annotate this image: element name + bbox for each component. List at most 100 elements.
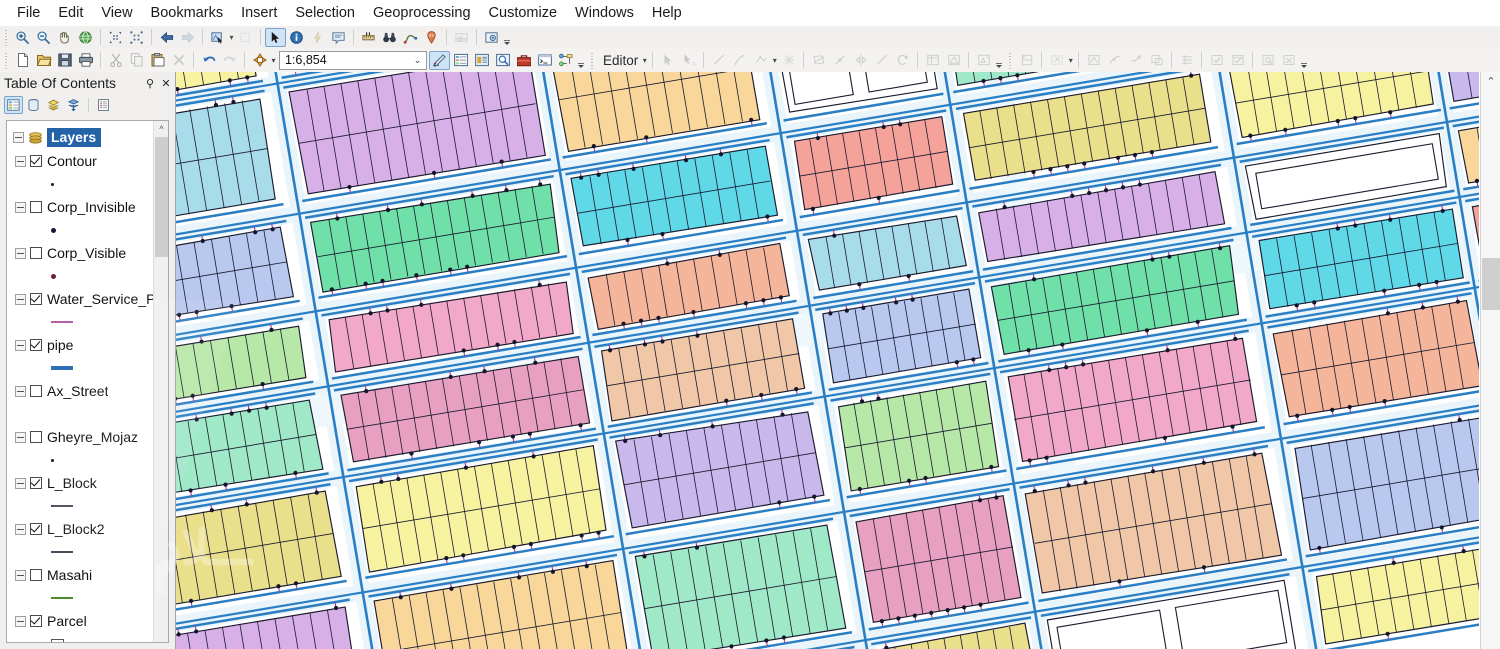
topology-edit-icon[interactable] bbox=[1083, 51, 1104, 70]
layer-visibility-checkbox[interactable] bbox=[30, 615, 42, 627]
layer-item-parcel[interactable]: Parcel bbox=[7, 609, 153, 633]
find-binoculars-icon[interactable] bbox=[379, 28, 400, 47]
menu-item-insert[interactable]: Insert bbox=[232, 1, 286, 25]
select-elements-arrow-pointer-icon[interactable] bbox=[265, 27, 286, 47]
fixed-zoom-out-button[interactable] bbox=[126, 28, 147, 47]
model-builder-icon[interactable] bbox=[555, 51, 576, 70]
expand-collapse-icon[interactable] bbox=[15, 247, 26, 259]
copy-icon[interactable] bbox=[126, 51, 147, 70]
expand-collapse-icon[interactable] bbox=[15, 201, 26, 213]
select-features-button[interactable] bbox=[207, 28, 228, 47]
zoom-in-button[interactable] bbox=[12, 28, 33, 47]
expand-collapse-icon[interactable] bbox=[15, 293, 26, 305]
cut-scissors-icon[interactable] bbox=[105, 51, 126, 70]
layer-item-corp_visible[interactable]: Corp_Visible bbox=[7, 241, 153, 265]
toc-scrollbar-thumb[interactable] bbox=[155, 137, 168, 257]
edit-annotation-icon[interactable]: A bbox=[678, 51, 699, 70]
find-route-icon[interactable] bbox=[400, 28, 421, 47]
expand-collapse-icon[interactable] bbox=[15, 523, 26, 535]
select-topology-icon[interactable] bbox=[1046, 51, 1067, 70]
menu-item-file[interactable]: File bbox=[8, 1, 49, 25]
python-window-icon[interactable] bbox=[534, 51, 555, 70]
construct-features-icon[interactable] bbox=[1146, 51, 1167, 70]
editor-toolbar-overflow-button[interactable] bbox=[994, 51, 1004, 70]
planarize-lines-icon[interactable] bbox=[1176, 51, 1197, 70]
toc-close-icon[interactable]: ✕ bbox=[159, 76, 173, 91]
search-window-icon[interactable] bbox=[492, 51, 513, 70]
layer-item-water_service_p[interactable]: Water_Service_P bbox=[7, 287, 153, 311]
layer-item-corp_invisible[interactable]: Corp_Invisible bbox=[7, 195, 153, 219]
time-slider-icon[interactable] bbox=[451, 28, 472, 47]
hyperlink-lightning-icon[interactable] bbox=[307, 28, 328, 47]
map-data-frame[interactable]: ⌃ bbox=[175, 72, 1500, 649]
mirror-features-icon[interactable] bbox=[850, 51, 871, 70]
menu-item-geoprocessing[interactable]: Geoprocessing bbox=[364, 1, 480, 25]
layer-item-contour[interactable]: Contour bbox=[7, 149, 153, 173]
layer-visibility-checkbox[interactable] bbox=[30, 523, 42, 535]
topology-icon[interactable] bbox=[1016, 51, 1037, 70]
expand-collapse-icon[interactable] bbox=[15, 385, 26, 397]
globe-full-extent-button[interactable] bbox=[75, 28, 96, 47]
standard-toolbar-overflow-button[interactable] bbox=[576, 51, 586, 70]
menu-item-customize[interactable]: Customize bbox=[480, 1, 567, 25]
list-by-visibility-icon[interactable] bbox=[44, 96, 63, 114]
create-features-icon[interactable] bbox=[973, 51, 994, 70]
expand-collapse-icon[interactable] bbox=[13, 131, 24, 143]
menu-item-view[interactable]: View bbox=[92, 1, 141, 25]
map-scale-combobox[interactable]: 1:6,854 ⌄ bbox=[279, 50, 427, 70]
expand-collapse-icon[interactable] bbox=[15, 155, 26, 167]
menu-item-edit[interactable]: Edit bbox=[49, 1, 92, 25]
previous-extent-arrow-left-icon[interactable] bbox=[156, 28, 177, 47]
sketch-properties-icon[interactable] bbox=[943, 51, 964, 70]
validate-area-icon[interactable] bbox=[1206, 51, 1227, 70]
toc-scroll-up-arrow-icon[interactable]: ^ bbox=[154, 121, 168, 136]
arctoolbox-red-icon[interactable] bbox=[513, 51, 534, 70]
menu-item-bookmarks[interactable]: Bookmarks bbox=[142, 1, 233, 25]
error-inspector-icon[interactable] bbox=[1257, 51, 1278, 70]
layer-item-ax_street[interactable]: Ax_Street bbox=[7, 379, 153, 403]
show-errors-icon[interactable] bbox=[1278, 51, 1299, 70]
html-popup-icon[interactable] bbox=[328, 28, 349, 47]
list-by-selection-icon[interactable] bbox=[64, 96, 83, 114]
construction-tools-dropdown-caret[interactable]: ▾ bbox=[771, 51, 778, 70]
list-by-source-icon[interactable] bbox=[24, 96, 43, 114]
modify-edge-icon[interactable] bbox=[1104, 51, 1125, 70]
clear-selection-button[interactable] bbox=[235, 28, 256, 47]
toolbar-grip[interactable] bbox=[3, 28, 10, 46]
measure-ruler-icon[interactable] bbox=[358, 28, 379, 47]
layer-item-l_block[interactable]: L_Block bbox=[7, 471, 153, 495]
cut-polygons-icon[interactable] bbox=[808, 51, 829, 70]
toc-vertical-scrollbar[interactable]: ^ bbox=[153, 121, 168, 642]
menu-item-help[interactable]: Help bbox=[643, 1, 691, 25]
topology-toolbar-overflow-button[interactable] bbox=[1299, 51, 1309, 70]
add-data-dropdown-caret[interactable]: ▾ bbox=[270, 51, 277, 70]
undo-arrow-icon[interactable] bbox=[198, 51, 219, 70]
editor-menu-label[interactable]: Editor bbox=[598, 53, 641, 68]
map-scroll-up-arrow-icon[interactable]: ⌃ bbox=[1481, 72, 1500, 90]
delete-x-icon[interactable] bbox=[168, 51, 189, 70]
print-icon[interactable] bbox=[75, 51, 96, 70]
go-to-xy-icon[interactable]: XY bbox=[421, 28, 442, 47]
layer-visibility-checkbox[interactable] bbox=[30, 569, 42, 581]
map-scale-chevron-down-icon[interactable]: ⌄ bbox=[409, 52, 426, 69]
expand-collapse-icon[interactable] bbox=[15, 477, 26, 489]
layer-visibility-checkbox[interactable] bbox=[30, 155, 42, 167]
validate-extent-icon[interactable] bbox=[1227, 51, 1248, 70]
identify-info-icon[interactable] bbox=[286, 28, 307, 47]
layer-item-l_block2[interactable]: L_Block2 bbox=[7, 517, 153, 541]
layer-visibility-checkbox[interactable] bbox=[30, 477, 42, 489]
topology-dropdown-caret[interactable]: ▾ bbox=[1067, 51, 1074, 70]
toc-auto-hide-pin-icon[interactable]: ⚲ bbox=[143, 76, 157, 91]
expand-collapse-icon[interactable] bbox=[15, 339, 26, 351]
layer-visibility-checkbox[interactable] bbox=[30, 431, 42, 443]
open-folder-icon[interactable] bbox=[33, 51, 54, 70]
save-disk-icon[interactable] bbox=[54, 51, 75, 70]
snapping-icon[interactable] bbox=[778, 51, 799, 70]
add-data-icon[interactable] bbox=[249, 51, 270, 70]
map-scrollbar-thumb[interactable] bbox=[1482, 258, 1500, 310]
select-features-dropdown-caret[interactable]: ▾ bbox=[228, 28, 235, 47]
catalog-icon[interactable] bbox=[471, 51, 492, 70]
create-viewer-window-icon[interactable] bbox=[481, 28, 502, 47]
layer-item-pipe[interactable]: pipe bbox=[7, 333, 153, 357]
toolbar-overflow-button[interactable] bbox=[502, 28, 512, 47]
